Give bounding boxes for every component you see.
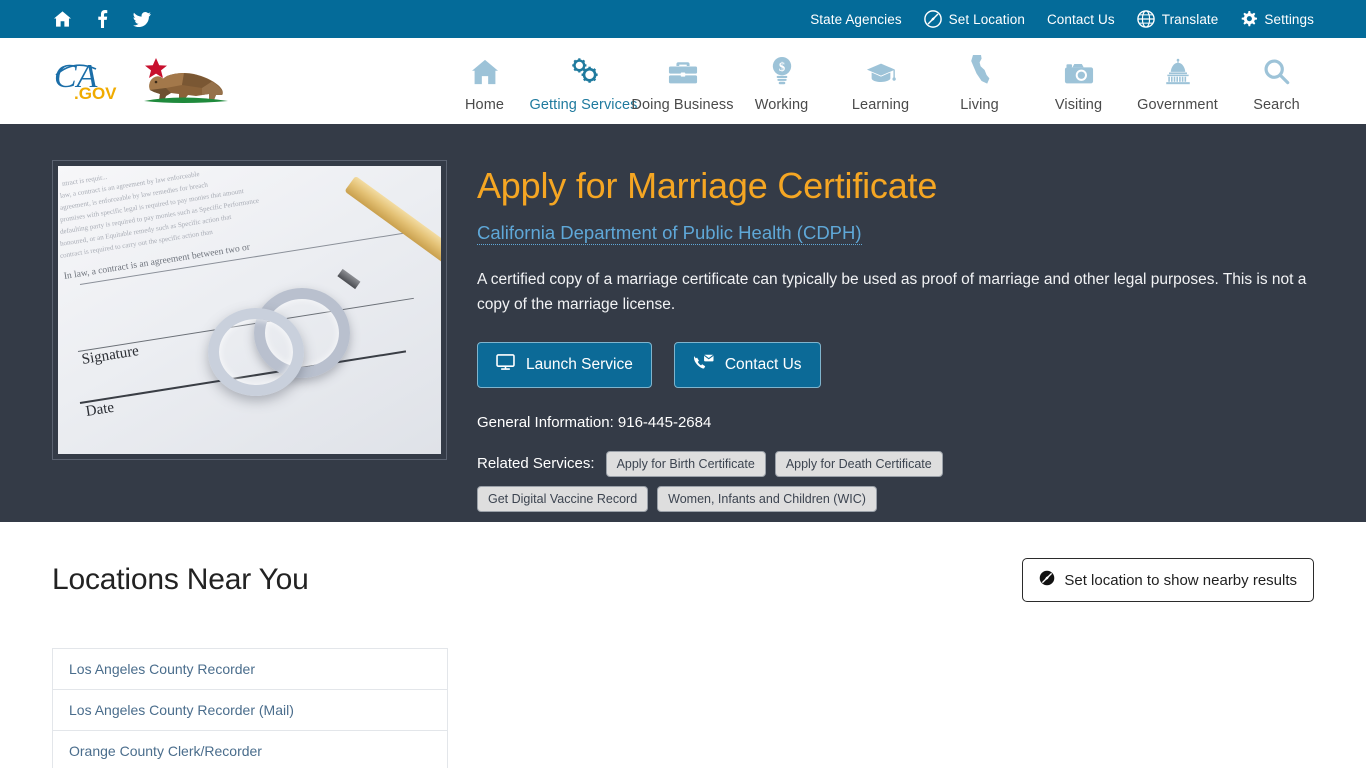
nav-item-doing-business[interactable]: Doing Business [631, 49, 734, 113]
gear-icon [1240, 10, 1258, 28]
locations-header: Locations Near You Set location to show … [52, 558, 1314, 602]
locations-list: Los Angeles County Recorder Los Angeles … [52, 648, 448, 768]
nav-items: Home Getting Services Doing Business $ W… [435, 49, 1326, 113]
capitol-icon [1164, 55, 1192, 85]
social-links [52, 9, 152, 29]
list-item[interactable]: Los Angeles County Recorder [53, 649, 447, 690]
photo-ring-front [208, 308, 304, 396]
utility-bar: State Agencies Set Location Contact Us T… [0, 0, 1366, 38]
california-bear-icon [136, 52, 234, 110]
page-title: Apply for Marriage Certificate [477, 165, 938, 206]
nav-label-working: Working [754, 96, 809, 113]
site-logo[interactable]: CA .GOV [52, 52, 234, 110]
location-slash-icon [923, 10, 942, 28]
california-state-icon [970, 54, 990, 85]
state-agencies-link[interactable]: State Agencies [810, 12, 901, 27]
nav-label-getting-services: Getting Services [529, 96, 638, 113]
nav-item-search[interactable]: Search [1227, 49, 1326, 113]
main-navigation: CA .GOV Home Getting Services Doing Busi… [0, 38, 1366, 124]
location-slash-icon [1039, 570, 1055, 590]
hero-body: Apply for Marriage Certificate Californi… [477, 160, 1314, 512]
set-location-button-label: Set location to show nearby results [1064, 571, 1297, 589]
home-icon[interactable] [52, 9, 72, 29]
utility-links: State Agencies Set Location Contact Us T… [810, 10, 1314, 28]
list-item[interactable]: Orange County Clerk/Recorder [53, 731, 447, 768]
contact-us-link[interactable]: Contact Us [1047, 12, 1115, 27]
svg-text:$: $ [778, 60, 784, 74]
nav-item-getting-services[interactable]: Getting Services [530, 49, 637, 113]
contact-us-label: Contact Us [724, 355, 802, 373]
home-icon [471, 55, 499, 85]
phone-envelope-icon [693, 354, 714, 376]
settings-link[interactable]: Settings [1240, 10, 1314, 28]
related-service-chip[interactable]: Get Digital Vaccine Record [477, 485, 649, 512]
nav-label-doing-business: Doing Business [631, 96, 734, 113]
globe-icon [1136, 10, 1155, 28]
nav-item-home[interactable]: Home [435, 49, 534, 113]
nav-label-search: Search [1253, 96, 1300, 113]
nav-item-learning[interactable]: Learning [831, 49, 930, 113]
nav-item-working[interactable]: $ Working [732, 49, 831, 113]
launch-service-button[interactable]: Launch Service [477, 341, 652, 388]
general-information: General Information: 916-445-2684 [477, 413, 712, 431]
nav-label-government: Government [1137, 96, 1218, 113]
nav-label-home: Home [464, 96, 505, 113]
related-services: Related Services: Apply for Birth Certif… [477, 450, 1117, 512]
set-location-link[interactable]: Set Location [923, 10, 1025, 28]
launch-service-label: Launch Service [526, 355, 633, 373]
nav-item-visiting[interactable]: Visiting [1029, 49, 1128, 113]
camera-icon [1064, 55, 1094, 85]
briefcase-icon [668, 55, 698, 85]
related-service-chip[interactable]: Apply for Death Certificate [774, 450, 943, 477]
nav-label-learning: Learning [851, 96, 910, 113]
state-agencies-label: State Agencies [810, 11, 902, 27]
hero-image-frame: ntract is requir... law, a contract is a… [52, 160, 447, 460]
search-icon [1263, 55, 1290, 85]
ca-gov-wordmark-icon: CA .GOV [52, 55, 134, 107]
monitor-icon [496, 354, 515, 375]
nav-item-living[interactable]: Living [930, 49, 1029, 113]
marriage-contract-photo: ntract is requir... law, a contract is a… [58, 166, 441, 454]
agency-link[interactable]: California Department of Public Health (… [477, 222, 862, 245]
service-description: A certified copy of a marriage certifica… [477, 270, 1307, 314]
svg-text:.GOV: .GOV [74, 84, 117, 103]
gears-icon [569, 55, 599, 85]
twitter-icon[interactable] [132, 9, 152, 29]
facebook-icon[interactable] [92, 9, 112, 29]
translate-label: Translate [1161, 11, 1219, 27]
nav-label-visiting: Visiting [1054, 96, 1103, 113]
contact-us-button[interactable]: Contact Us [673, 341, 821, 388]
contact-us-label: Contact Us [1046, 11, 1115, 27]
hero-action-buttons: Launch Service Contact Us [477, 341, 1314, 388]
lightbulb-dollar-icon: $ [770, 55, 794, 85]
hero-section: ntract is requir... law, a contract is a… [0, 124, 1366, 522]
list-item[interactable]: Los Angeles County Recorder (Mail) [53, 690, 447, 731]
related-service-chip[interactable]: Women, Infants and Children (WIC) [657, 485, 877, 512]
locations-section: Locations Near You Set location to show … [0, 522, 1366, 768]
related-service-chip[interactable]: Apply for Birth Certificate [605, 450, 766, 477]
related-services-label: Related Services: [477, 455, 595, 473]
translate-link[interactable]: Translate [1136, 10, 1219, 28]
nav-label-living: Living [960, 96, 999, 113]
set-location-label: Set Location [948, 11, 1025, 27]
locations-title: Locations Near You [52, 563, 309, 596]
set-location-button[interactable]: Set location to show nearby results [1022, 558, 1314, 602]
graduation-cap-icon [866, 55, 896, 85]
settings-label: Settings [1264, 11, 1314, 27]
nav-item-government[interactable]: Government [1128, 49, 1227, 113]
